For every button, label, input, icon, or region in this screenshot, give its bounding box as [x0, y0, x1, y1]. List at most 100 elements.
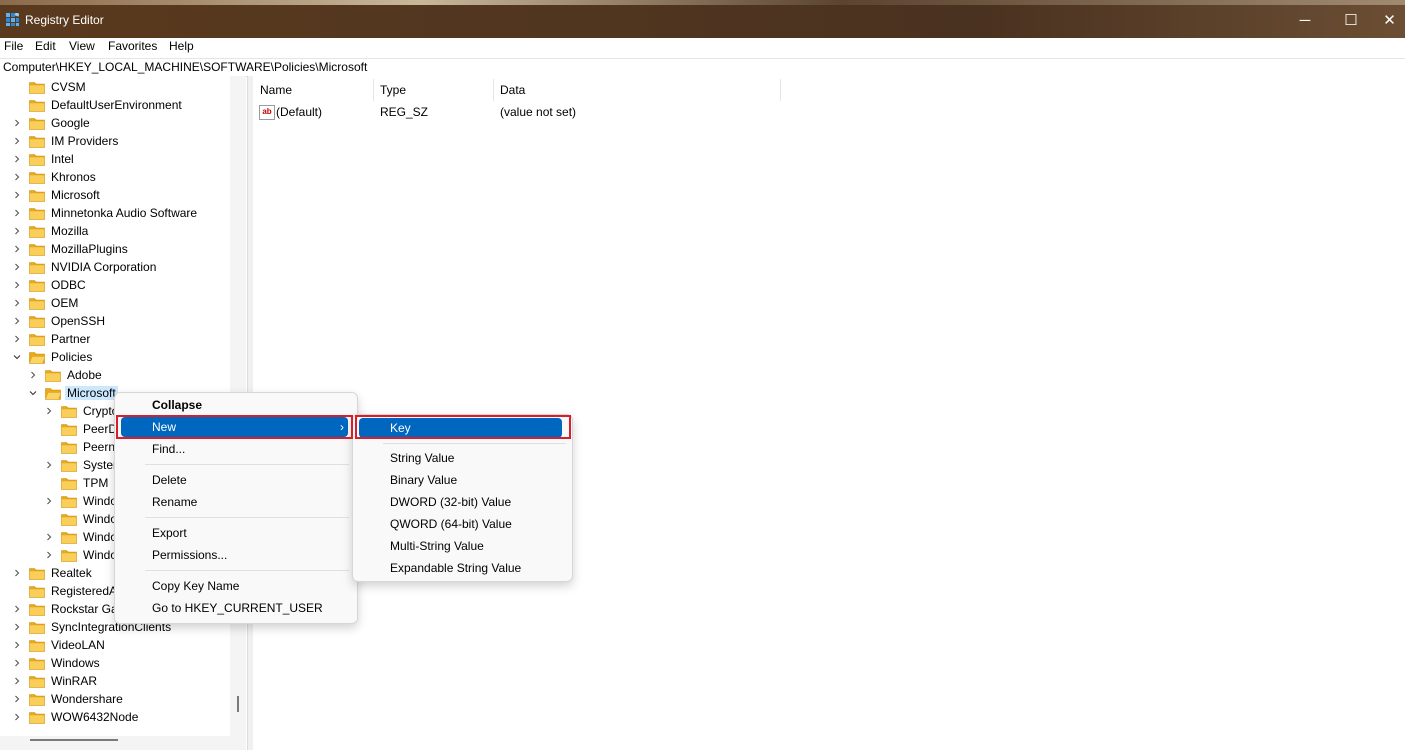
column-divider[interactable] [493, 79, 494, 101]
chevron-right-icon[interactable] [44, 456, 54, 474]
value-list[interactable]: Name Type Data ab (Default) REG_SZ (valu… [253, 76, 1405, 750]
chevron-right-icon[interactable] [12, 150, 22, 168]
tree-item[interactable]: VideoLAN [12, 636, 105, 654]
tree-item[interactable]: Windo [44, 546, 117, 564]
tree-item[interactable]: Intel [12, 150, 74, 168]
chevron-right-icon[interactable] [12, 204, 22, 222]
column-divider[interactable] [780, 79, 781, 101]
tree-item[interactable]: Wondershare [12, 690, 123, 708]
chevron-right-icon[interactable] [12, 240, 22, 258]
menu-view[interactable]: View [69, 39, 95, 53]
chevron-right-icon[interactable] [12, 258, 22, 276]
submenu-expandable-string-value[interactable]: Expandable String Value [359, 558, 566, 578]
tree-item[interactable]: Policies [12, 348, 92, 366]
tree-item[interactable]: Windo [44, 510, 117, 528]
tree-item[interactable]: Minnetonka Audio Software [12, 204, 197, 222]
context-menu-export[interactable]: Export [121, 523, 351, 543]
tree-item[interactable]: Windo [44, 528, 117, 546]
tree-item[interactable]: Partner [12, 330, 90, 348]
context-menu-copy-key-name[interactable]: Copy Key Name [121, 576, 351, 596]
column-data-header[interactable]: Data [500, 83, 525, 97]
tree-item[interactable]: Crypto [44, 402, 118, 420]
tree-item[interactable]: RegisteredAp [12, 582, 124, 600]
tree-item[interactable]: Microsoft [28, 384, 118, 402]
chevron-right-icon[interactable] [44, 528, 54, 546]
menu-edit[interactable]: Edit [35, 39, 56, 53]
tree-item[interactable]: System [44, 456, 123, 474]
context-menu-rename[interactable]: Rename [121, 492, 351, 512]
minimize-button[interactable]: ─ [1282, 9, 1328, 31]
chevron-right-icon[interactable] [44, 546, 54, 564]
chevron-right-icon[interactable] [44, 492, 54, 510]
tree-item[interactable]: Realtek [12, 564, 92, 582]
chevron-down-icon[interactable] [12, 348, 22, 366]
chevron-right-icon[interactable] [12, 330, 22, 348]
column-divider[interactable] [373, 79, 374, 101]
column-type-header[interactable]: Type [380, 83, 406, 97]
chevron-right-icon[interactable] [12, 168, 22, 186]
tree-item[interactable]: CVSM [12, 78, 86, 96]
tree-item[interactable]: Windows [12, 654, 100, 672]
tree-item[interactable]: Peerne [44, 438, 122, 456]
context-menu-permissions[interactable]: Permissions... [121, 545, 351, 565]
tree-item[interactable]: Google [12, 114, 90, 132]
chevron-right-icon[interactable] [44, 402, 54, 420]
tree-item[interactable]: Adobe [28, 366, 102, 384]
tree-item[interactable]: OpenSSH [12, 312, 105, 330]
tree-item-label: WOW6432Node [51, 710, 139, 724]
maximize-button[interactable]: ☐ [1328, 9, 1374, 31]
scrollbar-thumb[interactable] [30, 739, 118, 741]
tree-item[interactable]: Rockstar Gar [12, 600, 122, 618]
context-menu-goto-hkcu[interactable]: Go to HKEY_CURRENT_USER [121, 598, 351, 618]
chevron-right-icon[interactable] [12, 600, 22, 618]
chevron-right-icon[interactable] [12, 114, 22, 132]
menu-help[interactable]: Help [169, 39, 194, 53]
tree-item[interactable]: Mozilla [12, 222, 88, 240]
tree-item[interactable]: WinRAR [12, 672, 97, 690]
chevron-right-icon[interactable] [12, 564, 22, 582]
submenu-qword-value[interactable]: QWORD (64-bit) Value [359, 514, 566, 534]
chevron-right-icon[interactable] [12, 294, 22, 312]
chevron-right-icon[interactable] [12, 708, 22, 726]
submenu-string-value[interactable]: String Value [359, 448, 566, 468]
tree-item[interactable]: Khronos [12, 168, 96, 186]
chevron-right-icon[interactable] [12, 186, 22, 204]
chevron-right-icon[interactable] [12, 222, 22, 240]
chevron-right-icon[interactable] [12, 690, 22, 708]
tree-item[interactable]: PeerDi [44, 420, 120, 438]
tree-item[interactable]: WOW6432Node [12, 708, 138, 726]
chevron-right-icon[interactable] [12, 636, 22, 654]
value-row[interactable]: ab (Default) REG_SZ (value not set) [253, 103, 853, 121]
close-button[interactable]: ✕ [1374, 9, 1405, 31]
context-menu-delete[interactable]: Delete [121, 470, 351, 490]
context-menu-collapse[interactable]: Collapse [121, 395, 351, 415]
chevron-right-icon[interactable] [28, 366, 38, 384]
tree-item[interactable]: OEM [12, 294, 78, 312]
submenu-binary-value[interactable]: Binary Value [359, 470, 566, 490]
tree-item[interactable]: Microsoft [12, 186, 100, 204]
tree-item[interactable]: ODBC [12, 276, 86, 294]
menu-favorites[interactable]: Favorites [108, 39, 157, 53]
context-menu-find[interactable]: Find... [121, 439, 351, 459]
tree-horizontal-scrollbar[interactable] [0, 736, 246, 750]
chevron-right-icon[interactable] [12, 276, 22, 294]
submenu-dword-value[interactable]: DWORD (32-bit) Value [359, 492, 566, 512]
tree-item[interactable]: Windo [44, 492, 117, 510]
chevron-right-icon[interactable] [12, 312, 22, 330]
tree-item[interactable]: MozillaPlugins [12, 240, 128, 258]
submenu-multi-string-value[interactable]: Multi-String Value [359, 536, 566, 556]
tree-item[interactable]: IM Providers [12, 132, 118, 150]
tree-item[interactable]: NVIDIA Corporation [12, 258, 156, 276]
chevron-right-icon[interactable] [12, 132, 22, 150]
column-name-header[interactable]: Name [260, 83, 292, 97]
chevron-down-icon[interactable] [28, 384, 38, 402]
address-bar[interactable]: Computer\HKEY_LOCAL_MACHINE\SOFTWARE\Pol… [0, 58, 1405, 77]
scrollbar-thumb[interactable] [237, 696, 239, 712]
menu-file[interactable]: File [4, 39, 23, 53]
address-path[interactable]: Computer\HKEY_LOCAL_MACHINE\SOFTWARE\Pol… [3, 60, 367, 74]
tree-item[interactable]: TPM [44, 474, 108, 492]
chevron-right-icon[interactable] [12, 654, 22, 672]
chevron-right-icon[interactable] [12, 618, 22, 636]
chevron-right-icon[interactable] [12, 672, 22, 690]
tree-item[interactable]: DefaultUserEnvironment [12, 96, 182, 114]
